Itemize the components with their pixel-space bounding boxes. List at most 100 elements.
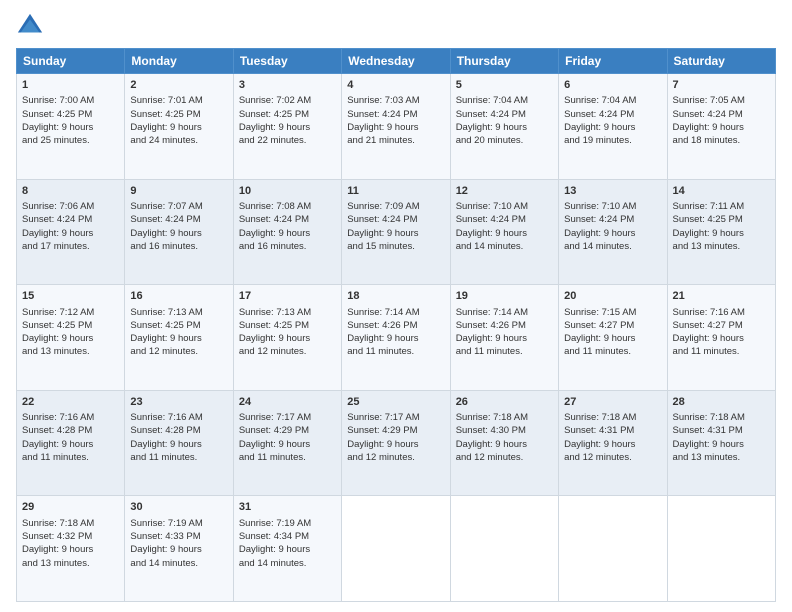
page: SundayMondayTuesdayWednesdayThursdayFrid… [0, 0, 792, 612]
header-cell-tuesday: Tuesday [233, 49, 341, 74]
day-info-line: and 13 minutes. [673, 240, 770, 253]
day-number: 19 [456, 289, 553, 304]
day-info-line: Sunset: 4:32 PM [22, 530, 119, 543]
day-info-line: Daylight: 9 hours [22, 332, 119, 345]
day-cell: 1Sunrise: 7:00 AMSunset: 4:25 PMDaylight… [17, 74, 125, 180]
day-info-line: Sunrise: 7:08 AM [239, 200, 336, 213]
day-info-line: Sunset: 4:24 PM [673, 108, 770, 121]
day-number: 23 [130, 395, 227, 410]
day-number: 16 [130, 289, 227, 304]
day-info-line: Sunset: 4:29 PM [239, 424, 336, 437]
day-info-line: Sunrise: 7:11 AM [673, 200, 770, 213]
day-info-line: Sunrise: 7:17 AM [347, 411, 444, 424]
day-number: 9 [130, 184, 227, 199]
day-info-line: Daylight: 9 hours [347, 438, 444, 451]
day-info-line: Sunset: 4:28 PM [130, 424, 227, 437]
day-number: 4 [347, 78, 444, 93]
day-info-line: Sunrise: 7:05 AM [673, 94, 770, 107]
day-info-line: and 12 minutes. [564, 451, 661, 464]
week-row-1: 1Sunrise: 7:00 AMSunset: 4:25 PMDaylight… [17, 74, 776, 180]
day-number: 6 [564, 78, 661, 93]
day-info-line: Sunset: 4:24 PM [347, 108, 444, 121]
day-info-line: Daylight: 9 hours [239, 121, 336, 134]
day-info-line: Sunrise: 7:12 AM [22, 306, 119, 319]
day-cell: 28Sunrise: 7:18 AMSunset: 4:31 PMDayligh… [667, 390, 775, 496]
day-info-line: Daylight: 9 hours [130, 332, 227, 345]
day-info-line: and 16 minutes. [130, 240, 227, 253]
day-number: 20 [564, 289, 661, 304]
day-info-line: Sunset: 4:24 PM [456, 213, 553, 226]
day-info-line: and 14 minutes. [130, 557, 227, 570]
day-info-line: Daylight: 9 hours [130, 227, 227, 240]
day-info-line: Sunset: 4:28 PM [22, 424, 119, 437]
day-info-line: Sunset: 4:24 PM [347, 213, 444, 226]
day-info-line: and 12 minutes. [239, 345, 336, 358]
day-cell: 4Sunrise: 7:03 AMSunset: 4:24 PMDaylight… [342, 74, 450, 180]
day-info-line: and 11 minutes. [456, 345, 553, 358]
day-info-line: Daylight: 9 hours [673, 332, 770, 345]
day-info-line: and 15 minutes. [347, 240, 444, 253]
day-info-line: Daylight: 9 hours [673, 438, 770, 451]
day-info-line: Sunrise: 7:03 AM [347, 94, 444, 107]
day-cell: 30Sunrise: 7:19 AMSunset: 4:33 PMDayligh… [125, 496, 233, 602]
day-info-line: Sunrise: 7:19 AM [239, 517, 336, 530]
day-info-line: Sunrise: 7:16 AM [673, 306, 770, 319]
day-info-line: Sunrise: 7:10 AM [456, 200, 553, 213]
header-cell-monday: Monday [125, 49, 233, 74]
day-info-line: Daylight: 9 hours [347, 121, 444, 134]
day-info-line: Sunset: 4:25 PM [673, 213, 770, 226]
day-info-line: Sunset: 4:25 PM [130, 319, 227, 332]
day-cell: 6Sunrise: 7:04 AMSunset: 4:24 PMDaylight… [559, 74, 667, 180]
day-cell: 31Sunrise: 7:19 AMSunset: 4:34 PMDayligh… [233, 496, 341, 602]
day-number: 1 [22, 78, 119, 93]
day-number: 17 [239, 289, 336, 304]
day-info-line: and 12 minutes. [130, 345, 227, 358]
week-row-5: 29Sunrise: 7:18 AMSunset: 4:32 PMDayligh… [17, 496, 776, 602]
day-cell: 2Sunrise: 7:01 AMSunset: 4:25 PMDaylight… [125, 74, 233, 180]
week-row-2: 8Sunrise: 7:06 AMSunset: 4:24 PMDaylight… [17, 179, 776, 285]
day-info-line: Sunrise: 7:16 AM [22, 411, 119, 424]
day-cell: 5Sunrise: 7:04 AMSunset: 4:24 PMDaylight… [450, 74, 558, 180]
day-info-line: Sunset: 4:24 PM [22, 213, 119, 226]
day-info-line: and 17 minutes. [22, 240, 119, 253]
day-cell: 8Sunrise: 7:06 AMSunset: 4:24 PMDaylight… [17, 179, 125, 285]
day-info-line: Daylight: 9 hours [239, 332, 336, 345]
day-number: 18 [347, 289, 444, 304]
day-info-line: Sunset: 4:26 PM [456, 319, 553, 332]
day-info-line: Sunset: 4:30 PM [456, 424, 553, 437]
day-info-line: Sunrise: 7:07 AM [130, 200, 227, 213]
header [16, 12, 776, 40]
day-info-line: and 13 minutes. [22, 345, 119, 358]
day-info-line: Sunrise: 7:13 AM [239, 306, 336, 319]
day-info-line: Daylight: 9 hours [239, 227, 336, 240]
day-cell: 17Sunrise: 7:13 AMSunset: 4:25 PMDayligh… [233, 285, 341, 391]
day-info-line: Sunrise: 7:18 AM [456, 411, 553, 424]
day-info-line: and 24 minutes. [130, 134, 227, 147]
day-info-line: Sunrise: 7:18 AM [673, 411, 770, 424]
day-cell: 3Sunrise: 7:02 AMSunset: 4:25 PMDaylight… [233, 74, 341, 180]
day-number: 3 [239, 78, 336, 93]
day-number: 8 [22, 184, 119, 199]
day-info-line: Sunrise: 7:19 AM [130, 517, 227, 530]
day-cell: 26Sunrise: 7:18 AMSunset: 4:30 PMDayligh… [450, 390, 558, 496]
day-info-line: Daylight: 9 hours [130, 543, 227, 556]
day-info-line: Sunrise: 7:02 AM [239, 94, 336, 107]
day-info-line: Daylight: 9 hours [347, 332, 444, 345]
day-info-line: Sunset: 4:24 PM [564, 213, 661, 226]
day-cell [342, 496, 450, 602]
day-info-line: and 12 minutes. [456, 451, 553, 464]
day-number: 21 [673, 289, 770, 304]
day-info-line: Daylight: 9 hours [22, 543, 119, 556]
header-cell-sunday: Sunday [17, 49, 125, 74]
day-info-line: and 14 minutes. [239, 557, 336, 570]
day-info-line: Daylight: 9 hours [564, 227, 661, 240]
day-cell [667, 496, 775, 602]
day-number: 5 [456, 78, 553, 93]
calendar-header: SundayMondayTuesdayWednesdayThursdayFrid… [17, 49, 776, 74]
header-cell-friday: Friday [559, 49, 667, 74]
day-info-line: Sunset: 4:31 PM [673, 424, 770, 437]
day-info-line: Daylight: 9 hours [130, 438, 227, 451]
header-cell-thursday: Thursday [450, 49, 558, 74]
day-cell: 14Sunrise: 7:11 AMSunset: 4:25 PMDayligh… [667, 179, 775, 285]
day-number: 13 [564, 184, 661, 199]
